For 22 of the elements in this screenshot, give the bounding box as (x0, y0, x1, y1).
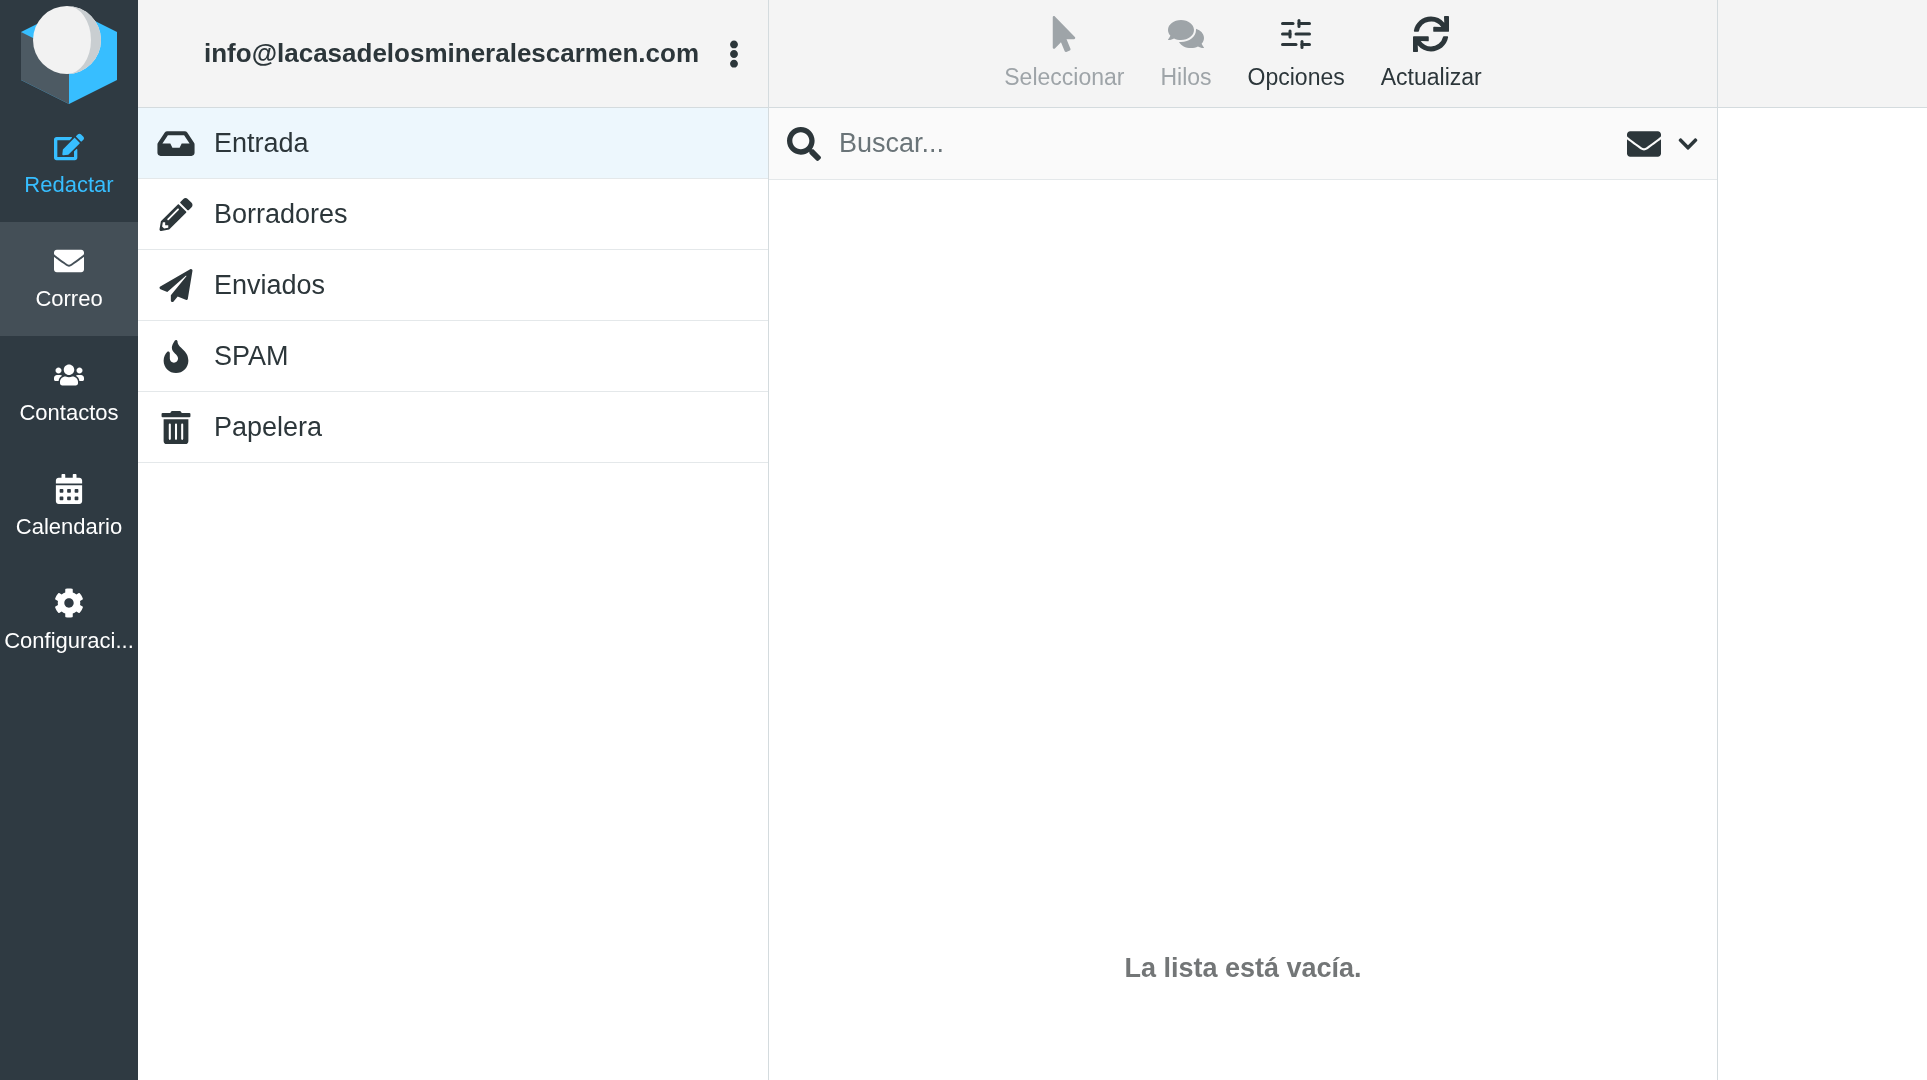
folder-name: Entrada (214, 127, 309, 159)
nav-item[interactable]: Configuraci... (0, 564, 138, 678)
toolbar-button[interactable]: Opciones (1243, 16, 1349, 91)
toolbar-button[interactable]: Actualizar (1376, 16, 1486, 91)
compose-icon (54, 132, 84, 162)
search-field[interactable]: Buscar... (837, 127, 1611, 160)
settings-icon (54, 588, 84, 618)
nav-item[interactable]: Calendario (0, 450, 138, 564)
nav-item[interactable]: Correo (0, 222, 138, 336)
folder-item[interactable]: Entrada (138, 108, 768, 179)
nav-item[interactable]: Contactos (0, 336, 138, 450)
calendar-icon (54, 474, 84, 504)
search-icon (787, 126, 821, 161)
search-bar[interactable]: Buscar... (769, 108, 1717, 180)
folder-name: Borradores (214, 198, 348, 230)
folder-name: Enviados (214, 269, 326, 301)
folder-name: Papelera (214, 411, 323, 443)
account-email: info@lacasadelosmineralescarmen.com (204, 38, 699, 69)
folder-name: SPAM (214, 340, 289, 372)
nav-item[interactable]: Redactar (0, 108, 138, 222)
empty-list-message: La lista está vacía. (1124, 953, 1362, 984)
refresh-icon (1413, 16, 1450, 52)
